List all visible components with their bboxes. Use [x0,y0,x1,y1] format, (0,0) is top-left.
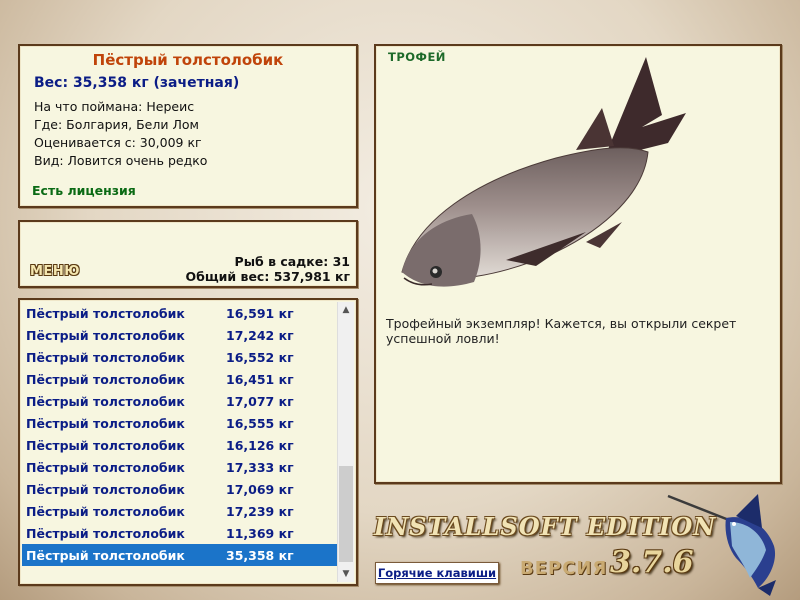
scroll-thumb[interactable] [339,466,353,562]
edition-logo: INSTALLSOFT EDITION [374,512,717,541]
version-label: ВЕРСИЯ [520,558,608,579]
fish-list-row[interactable]: Пёстрый толстолобик 16,126 кг [22,434,340,456]
fish-row-weight: 11,369 кг [226,525,294,541]
fish-row-name: Пёстрый толстолобик [26,327,185,343]
marlin-logo-icon [667,494,776,596]
fish-row-name: Пёстрый толстолобик [26,371,185,387]
fish-list-row[interactable]: Пёстрый толстолобик 35,358 кг [22,544,340,566]
fish-list-panel: Пёстрый толстолобик 16,591 кг Пёстрый толс… [18,298,358,586]
hotkeys-button[interactable]: Горячие клавиши [375,562,499,584]
fish-list-row[interactable]: Пёстрый толстолобик 17,242 кг [22,324,340,346]
fish-info-panel: Пёстрый толстолобик Вес: 35,358 кг (заче… [18,44,358,208]
trophy-message: Трофейный экземпляр! Кажется, вы открыли… [386,316,737,346]
fish-list-row[interactable]: Пёстрый толстолобик 16,552 кг [22,346,340,368]
fish-row-weight: 17,069 кг [226,481,294,497]
fish-list-row[interactable]: Пёстрый толстолобик 16,591 кг [22,302,340,324]
trophy-panel: ТРОФЕЙ Трофейный экземпляр! Кажется, вы … [374,44,782,484]
fish-row-weight: 17,242 кг [226,327,294,343]
fish-row-name: Пёстрый толстолобик [26,305,185,321]
fish-row-weight: 16,555 кг [226,415,294,431]
fish-count: Рыб в садке: 31 [234,254,350,269]
fish-row-name: Пёстрый толстолобик [26,547,185,563]
fish-list-row[interactable]: Пёстрый толстолобик 17,333 кг [22,456,340,478]
fish-row-name: Пёстрый толстолобик [26,525,185,541]
bighead-carp-image [401,57,686,287]
total-weight: Общий вес: 537,981 кг [185,269,351,284]
kind-line: Вид: Ловится очень редко [34,153,208,168]
fish-title: Пёстрый толстолобик [92,51,284,69]
keep-summary-panel: МЕНЮ Рыб в садке: 31 Общий вес: 537,981 … [18,220,358,288]
fish-row-weight: 17,333 кг [226,459,294,475]
fish-row-weight: 16,552 кг [226,349,294,365]
fish-row-name: Пёстрый толстолобик [26,503,185,519]
fish-row-name: Пёстрый толстолобик [26,415,185,431]
rated-from-line: Оценивается с: 30,009 кг [34,135,202,150]
list-scrollbar[interactable]: ▲ ▼ [337,302,354,582]
license-status: Есть лицензия [32,183,136,198]
fish-row-weight: 16,591 кг [226,305,294,321]
scroll-down-icon[interactable]: ▼ [338,566,354,582]
fish-list-row[interactable]: Пёстрый толстолобик 16,555 кг [22,412,340,434]
fish-row-weight: 35,358 кг [226,547,294,563]
bait-line: На что поймана: Нереис [34,99,195,114]
fish-row-name: Пёстрый толстолобик [26,393,185,409]
fish-list-row[interactable]: Пёстрый толстолобик 11,369 кг [22,522,340,544]
fish-row-name: Пёстрый толстолобик [26,349,185,365]
fish-row-weight: 17,239 кг [226,503,294,519]
fish-row-name: Пёстрый толстолобик [26,437,185,453]
keep-stats: Рыб в садке: 31 Общий вес: 537,981 кг [186,254,351,284]
location-line: Где: Болгария, Бели Лом [34,117,199,132]
trophy-label: ТРОФЕЙ [388,50,446,64]
fish-row-name: Пёстрый толстолобик [26,481,185,497]
fish-list-row[interactable]: Пёстрый толстолобик 17,239 кг [22,500,340,522]
fish-row-weight: 16,451 кг [226,371,294,387]
fish-row-weight: 16,126 кг [226,437,294,453]
menu-button[interactable]: МЕНЮ [30,264,80,279]
fish-list-row[interactable]: Пёстрый толстолобик 17,069 кг [22,478,340,500]
fish-row-weight: 17,077 кг [226,393,294,409]
fish-list-row[interactable]: Пёстрый толстолобик 16,451 кг [22,368,340,390]
fish-list-row[interactable]: Пёстрый толстолобик 17,077 кг [22,390,340,412]
fish-weight: Вес: 35,358 кг (зачетная) [34,75,240,91]
fish-list[interactable]: Пёстрый толстолобик 16,591 кг Пёстрый толс… [22,302,340,566]
fish-row-name: Пёстрый толстолобик [26,459,185,475]
scroll-up-icon[interactable]: ▲ [338,302,354,318]
